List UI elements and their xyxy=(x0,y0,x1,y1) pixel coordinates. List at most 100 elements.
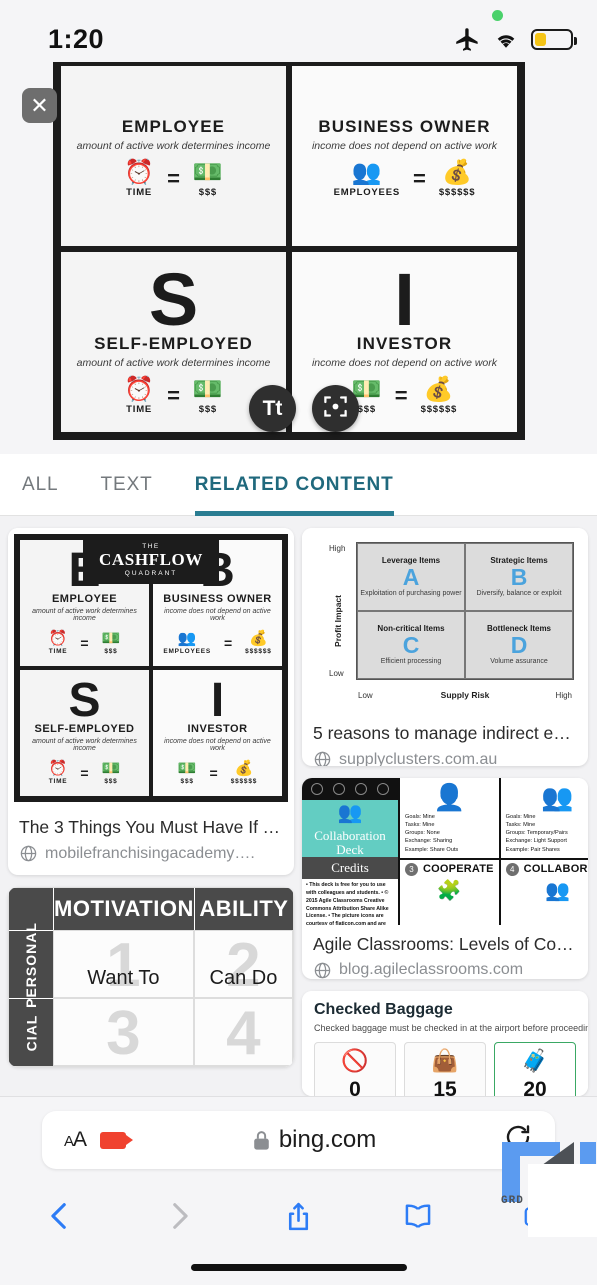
baggage-option-0[interactable]: 🚫 0 xyxy=(314,1041,396,1096)
results-column-right: Profit Impact High Low Leverage Items A … xyxy=(302,528,588,1096)
quadrant-subtitle: income does not depend on active work xyxy=(311,139,498,152)
quadrant-subtitle: income does not depend on active work xyxy=(164,738,271,753)
baggage-option-20[interactable]: 🧳 20 xyxy=(494,1041,576,1096)
clock-icon: ⏰ xyxy=(124,375,155,403)
address-bar[interactable]: AAAA bing.com xyxy=(42,1111,555,1169)
quadrant-title: BUSINESS OWNER xyxy=(163,593,272,606)
card-thumbnail: Profit Impact High Low Leverage Items A … xyxy=(302,528,588,714)
card-title[interactable]: 5 reasons to manage indirect exp… xyxy=(313,723,577,744)
card-meta: The 3 Things You Must Have If Yo… mobile… xyxy=(8,808,294,875)
result-card-checked-baggage[interactable]: Checked Baggage Checked baggage must be … xyxy=(302,990,588,1096)
url-display[interactable]: bing.com xyxy=(126,1126,503,1154)
result-card-motivation-ability[interactable]: MOTIVATION ABILITY PERSONAL 1 Want To 2 … xyxy=(8,887,294,1067)
card-source[interactable]: mobilefranchisingacademy…. xyxy=(19,844,283,863)
globe-icon xyxy=(20,845,37,862)
image-viewer: EMPLOYEE amount of active work determine… xyxy=(0,62,597,454)
cell-description: Volume assurance xyxy=(490,657,548,665)
quadrant-letter: I xyxy=(394,258,415,342)
bullet: Tasks: Mine xyxy=(405,822,435,829)
matrix-row-header-social: CIAL xyxy=(9,998,53,1066)
panel-bullets: Goals: Mine Tasks: Mine Groups: Temporar… xyxy=(506,813,588,854)
matrix-cell-number: 4 xyxy=(226,999,261,1067)
browser-toolbar xyxy=(0,1185,597,1247)
baggage-options: 🚫 0 👜 15 🧳 20 xyxy=(314,1041,576,1096)
quadrant-left-label: TIME xyxy=(48,648,68,656)
tab-text[interactable]: TEXT xyxy=(101,454,153,516)
card-source[interactable]: supplyclusters.com.au xyxy=(313,750,577,766)
baggage-value: 15 xyxy=(433,1077,457,1096)
matrix-cell-text: Want To xyxy=(87,966,160,989)
quadrant-letter: S xyxy=(148,258,199,342)
result-card-cashflow-quadrant[interactable]: ✓ E EMPLOYEE amount of active work deter… xyxy=(8,528,294,875)
quadrant-left-label: EMPLOYEES xyxy=(163,648,211,656)
recording-indicator-dot xyxy=(492,10,503,21)
quadrant-subtitle: income does not depend on active work xyxy=(311,356,498,369)
reload-icon[interactable] xyxy=(503,1122,533,1159)
battery-low-icon xyxy=(531,29,577,50)
clock-icon: ⏰ xyxy=(48,630,68,648)
bookmarks-button[interactable] xyxy=(358,1200,477,1232)
forward-button xyxy=(119,1199,238,1233)
step-label: COLLABORATE xyxy=(523,863,588,876)
card-source[interactable]: blog.agileclassrooms.com xyxy=(313,961,577,979)
status-bar-time: 1:20 xyxy=(48,24,105,54)
close-icon[interactable]: ✕ xyxy=(22,88,57,123)
share-button[interactable] xyxy=(239,1200,358,1233)
person-arrows-icon: 👤 xyxy=(433,781,466,812)
text-tool-button[interactable]: Tt xyxy=(249,385,296,432)
text-size-button[interactable]: AAAA xyxy=(64,1128,87,1152)
card-thumbnail: MOTIVATION ABILITY PERSONAL 1 Want To 2 … xyxy=(8,887,294,1067)
collaboration-deck-panel: 👥 Collaboration Deck Credits • This deck… xyxy=(302,777,398,925)
card-title[interactable]: The 3 Things You Must Have If Yo… xyxy=(19,817,283,838)
quadrant-title: SELF-EMPLOYED xyxy=(34,723,135,736)
tab-related-content[interactable]: RELATED CONTENT xyxy=(194,454,394,516)
card-quadrant-self-employed: S SELF-EMPLOYED amount of active work de… xyxy=(18,668,151,798)
equals-sign: = xyxy=(80,765,89,782)
equals-sign: = xyxy=(167,383,180,409)
baggage-value: 20 xyxy=(523,1077,547,1096)
quadrant-subtitle: amount of active work determines income xyxy=(32,738,137,753)
wifi-icon xyxy=(492,29,520,51)
quadrant-subtitle: amount of active work determines income xyxy=(76,139,271,152)
bullet: Goals: Mine xyxy=(505,814,536,821)
hero-cashflow-quadrant-image[interactable]: EMPLOYEE amount of active work determine… xyxy=(53,62,525,440)
deck-cover: 👥 Collaboration Deck xyxy=(302,799,398,858)
back-button[interactable] xyxy=(0,1199,119,1233)
results-column-left: ✓ E EMPLOYEE amount of active work deter… xyxy=(8,528,294,1096)
equals-sign: = xyxy=(394,383,408,409)
quadrant-right-label: $$$ xyxy=(198,403,217,415)
cell-description: Efficient processing xyxy=(380,657,442,665)
puzzle-icon: 🧩 xyxy=(436,879,462,902)
baggage-option-15[interactable]: 👜 15 xyxy=(404,1041,486,1096)
baggage-subtext: Checked baggage must be checked in at th… xyxy=(314,1022,588,1033)
agile-panel-cooperate: 👤 Goals: Mine Tasks: Mine Groups: None E… xyxy=(398,777,499,925)
cell-letter: A xyxy=(402,563,420,590)
bullet: Groups: Temporary/Pairs xyxy=(505,830,568,837)
money-bag-icon: 💰 xyxy=(423,375,454,403)
hero-quadrant-business-owner: BUSINESS OWNER income does not depend on… xyxy=(289,63,520,249)
viewer-action-buttons: Tt xyxy=(249,385,359,432)
matrix-row-label: CIAL xyxy=(22,1014,39,1051)
tabs-button[interactable] xyxy=(478,1201,597,1231)
result-card-kraljic-matrix[interactable]: Profit Impact High Low Leverage Items A … xyxy=(302,528,588,766)
visual-search-button[interactable] xyxy=(312,385,359,432)
cell-description: Exploitation of purchasing power xyxy=(360,589,462,597)
bullet: Goals: Mine xyxy=(405,814,435,821)
money-icon: 💵 xyxy=(192,158,223,186)
result-tabs: ALL TEXT RELATED CONTENT xyxy=(0,454,597,516)
clock-icon: ⏰ xyxy=(48,760,68,778)
card-thumbnail: 👥 Collaboration Deck Credits • This deck… xyxy=(302,777,588,925)
related-content-results[interactable]: ✓ E EMPLOYEE amount of active work deter… xyxy=(0,516,597,1096)
result-card-agile-classrooms[interactable]: 👥 Collaboration Deck Credits • This deck… xyxy=(302,777,588,979)
safari-bottom-bar: AAAA bing.com xyxy=(0,1096,597,1285)
text-tool-label: Tt xyxy=(262,396,283,420)
equals-sign: = xyxy=(209,765,218,782)
card-title[interactable]: Agile Classrooms: Levels of Colla… xyxy=(313,934,577,955)
quadrant-title: INVESTOR xyxy=(187,723,248,736)
credits-header: Credits xyxy=(302,857,398,880)
tab-all[interactable]: ALL xyxy=(22,454,59,516)
banner-line-2: CASHFLOW xyxy=(99,550,203,569)
chart-x-tick-high: High xyxy=(555,691,572,700)
banner-line-1: THE xyxy=(142,543,160,550)
quadrant-right-label: $$$$$$ xyxy=(245,648,272,656)
